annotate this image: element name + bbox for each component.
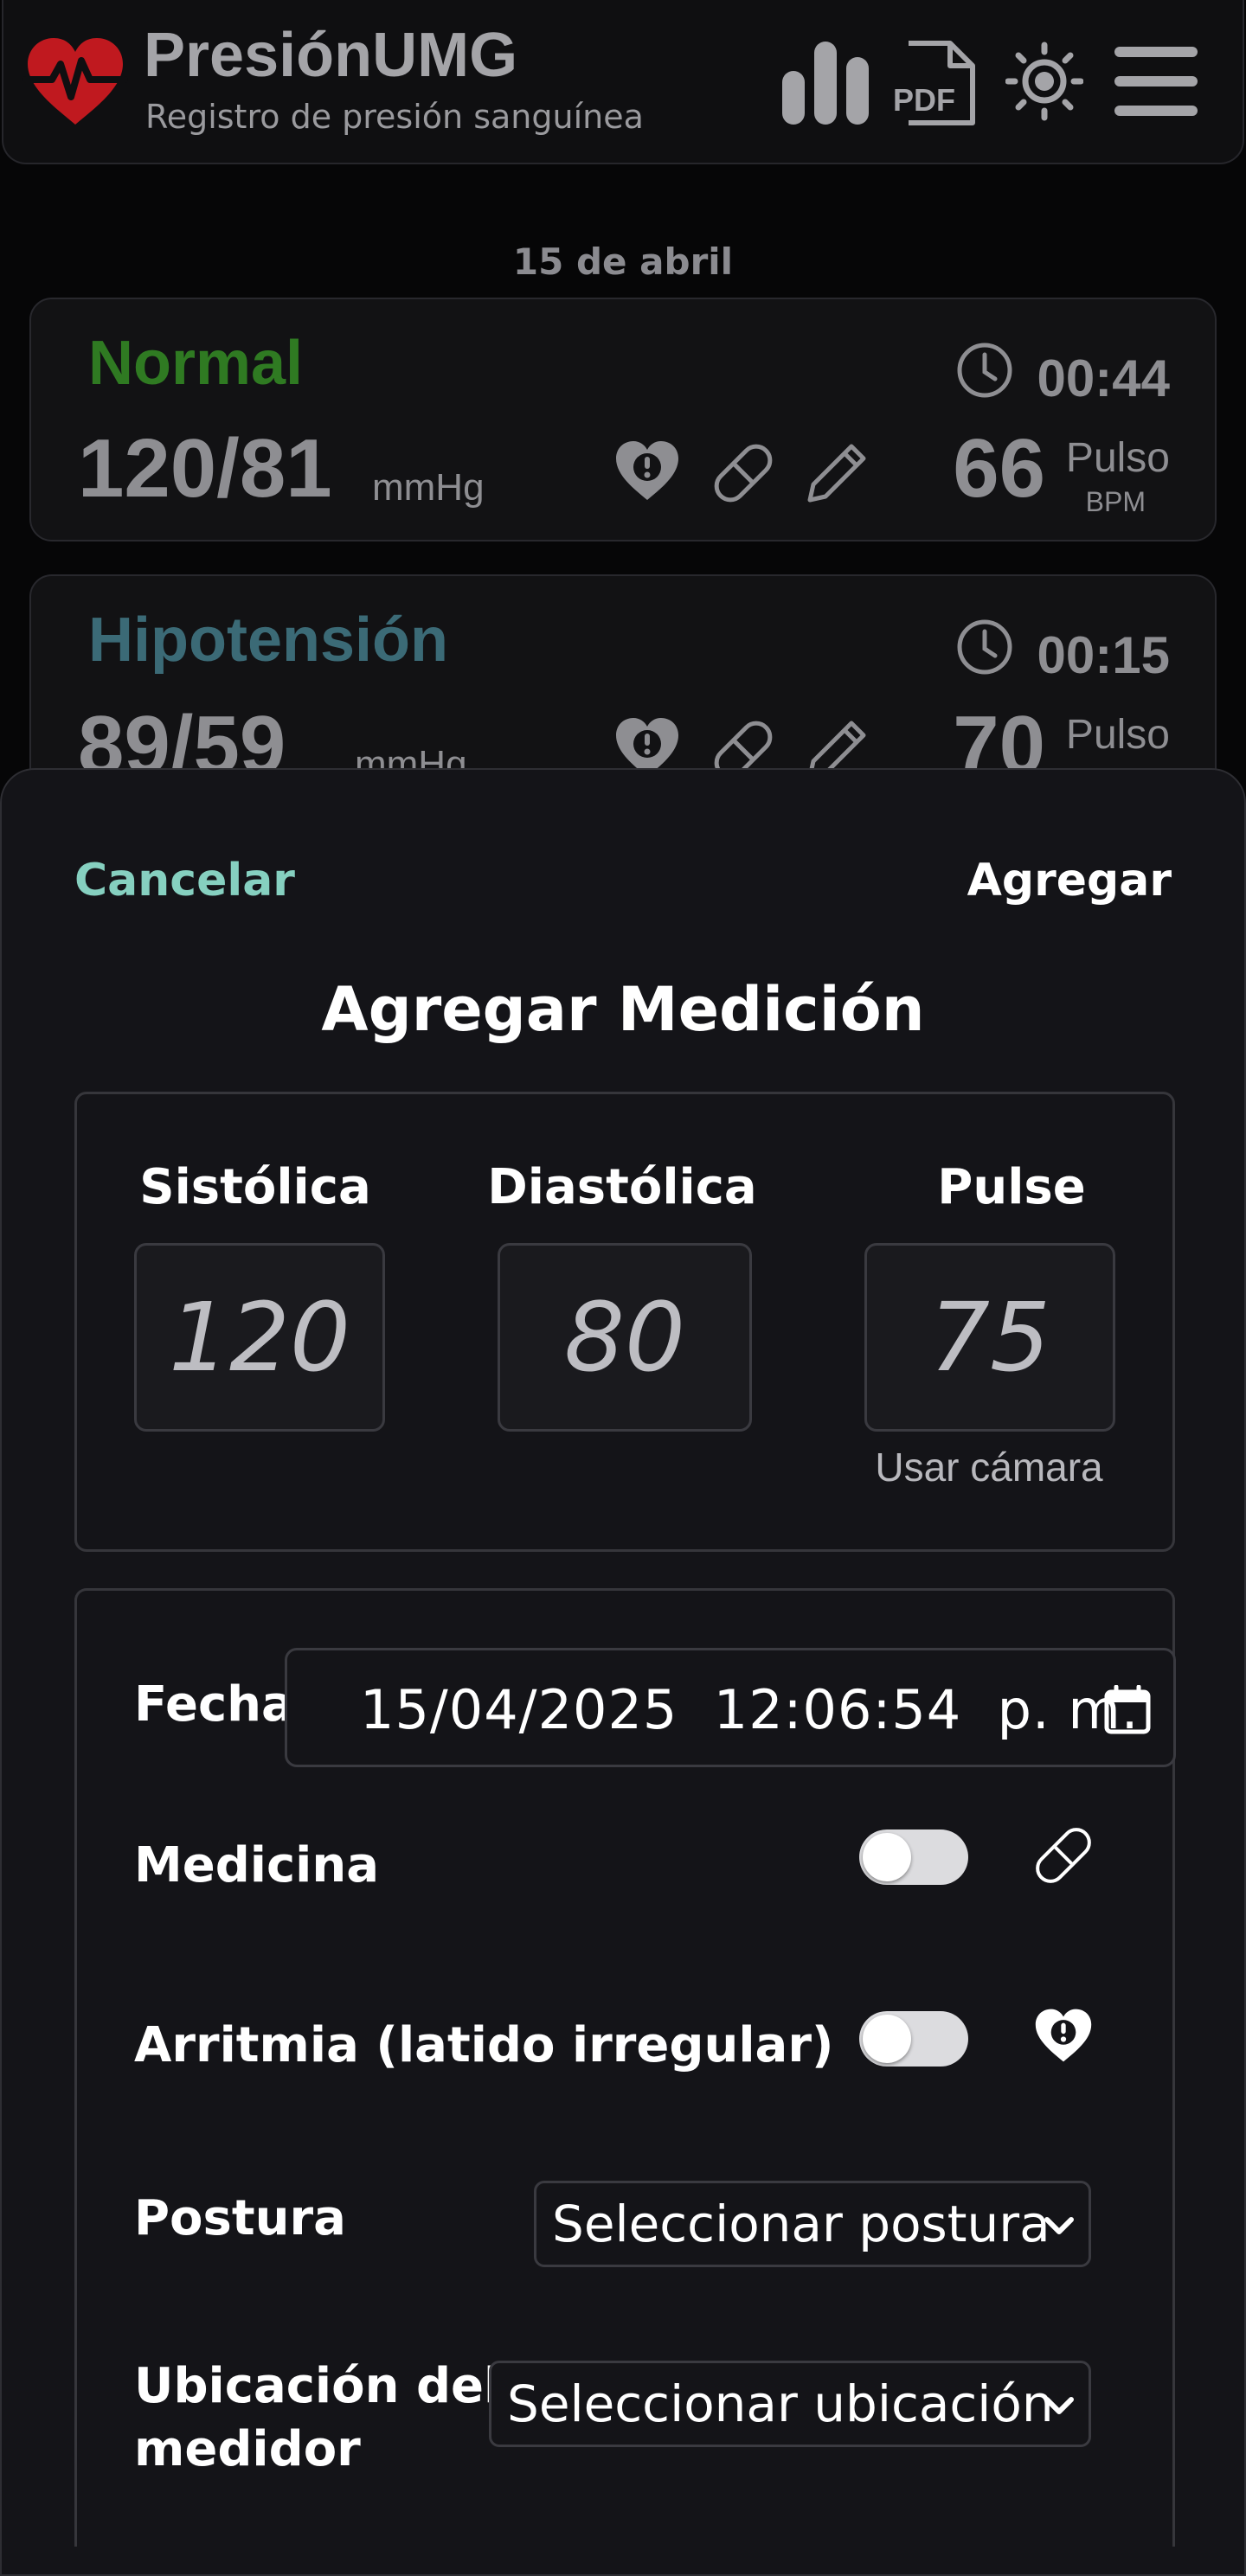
- bar-chart-icon[interactable]: [780, 40, 870, 126]
- date-time-input[interactable]: 15/04/2025 12:06:54 p. m.: [285, 1648, 1176, 1767]
- date-time-value: 15/04/2025 12:06:54 p. m.: [360, 1678, 1140, 1741]
- systolic-label: Sistólica: [139, 1159, 371, 1215]
- status-label: Hipotensión: [88, 606, 448, 675]
- medicine-label: Medicina: [134, 1837, 380, 1894]
- pulse-input[interactable]: [864, 1243, 1115, 1432]
- chevron-down-icon: [1044, 2397, 1074, 2414]
- pulse-value: 66: [953, 422, 1045, 515]
- systolic-input[interactable]: [134, 1243, 385, 1432]
- app-subtitle: Registro de presión sanguínea: [145, 98, 644, 136]
- diastolic-label: Diastólica: [487, 1159, 757, 1215]
- measurement-card[interactable]: Normal 00:44 120/81 mmHg 66 Pulso BPM: [29, 298, 1217, 541]
- time-label: 00:15: [1037, 626, 1170, 684]
- cancel-button[interactable]: Cancelar: [74, 855, 295, 907]
- heart-pulse-logo-icon: [22, 38, 128, 125]
- measurements-panel: Sistólica Diastólica Pulse Usar cámara: [74, 1092, 1175, 1552]
- pill-icon[interactable]: [706, 438, 780, 509]
- sheet-title: Agregar Medición: [321, 974, 925, 1045]
- menu-icon[interactable]: [1114, 45, 1198, 118]
- posture-label: Postura: [134, 2190, 346, 2246]
- medicine-toggle[interactable]: [859, 1829, 968, 1885]
- arrhythmia-toggle[interactable]: [859, 2011, 968, 2067]
- posture-select-value: Seleccionar postura: [552, 2195, 1050, 2253]
- pencil-icon[interactable]: [803, 438, 872, 507]
- bpm-label: BPM: [1085, 486, 1146, 517]
- pulse-label: Pulse: [937, 1159, 1086, 1215]
- unit-label: mmHg: [372, 466, 485, 509]
- location-select-value: Seleccionar ubicación: [507, 2374, 1054, 2433]
- arrhythmia-heart-icon: [616, 441, 678, 500]
- status-label: Normal: [88, 329, 304, 398]
- brightness-icon[interactable]: [1005, 40, 1083, 123]
- posture-select[interactable]: Seleccionar postura: [534, 2181, 1091, 2267]
- svg-text:PDF: PDF: [893, 82, 955, 118]
- pill-icon: [1036, 1828, 1091, 1883]
- add-measurement-sheet: Cancelar Agregar Agregar Medición Sistól…: [0, 768, 1246, 2576]
- location-label-line2: medidor: [134, 2420, 361, 2477]
- toggle-knob: [863, 2015, 911, 2063]
- toggle-knob: [863, 1833, 911, 1881]
- app-header: PresiónUMG Registro de presión sanguínea…: [2, 0, 1244, 164]
- pulse-label: Pulso: [1065, 435, 1170, 481]
- clock-icon: [957, 343, 1012, 398]
- blood-pressure-reading: 120/81: [78, 422, 332, 515]
- clock-icon: [957, 619, 1012, 675]
- pdf-icon[interactable]: PDF: [890, 40, 978, 126]
- location-label-line1: Ubicación del: [134, 2358, 501, 2414]
- app-title: PresiónUMG: [144, 21, 518, 90]
- location-select[interactable]: Seleccionar ubicación: [489, 2361, 1091, 2447]
- diastolic-input[interactable]: [498, 1243, 752, 1432]
- location-label: Ubicación del medidor: [134, 2355, 500, 2482]
- calendar-icon[interactable]: [1104, 1685, 1151, 1735]
- arrhythmia-label: Arritmia (latido irregular): [134, 2017, 834, 2073]
- chevron-down-icon: [1044, 2217, 1074, 2234]
- date-group-header: 15 de abril: [512, 240, 734, 283]
- add-button[interactable]: Agregar: [967, 855, 1172, 907]
- pulse-label: Pulso: [1065, 712, 1170, 758]
- details-panel: Fecha 15/04/2025 12:06:54 p. m. Medicina…: [74, 1588, 1176, 2547]
- use-camera-link[interactable]: Usar cámara: [842, 1447, 1136, 1487]
- arrhythmia-heart-icon: [1035, 2009, 1092, 2062]
- date-label: Fecha: [134, 1676, 294, 1733]
- time-label: 00:44: [1037, 349, 1170, 407]
